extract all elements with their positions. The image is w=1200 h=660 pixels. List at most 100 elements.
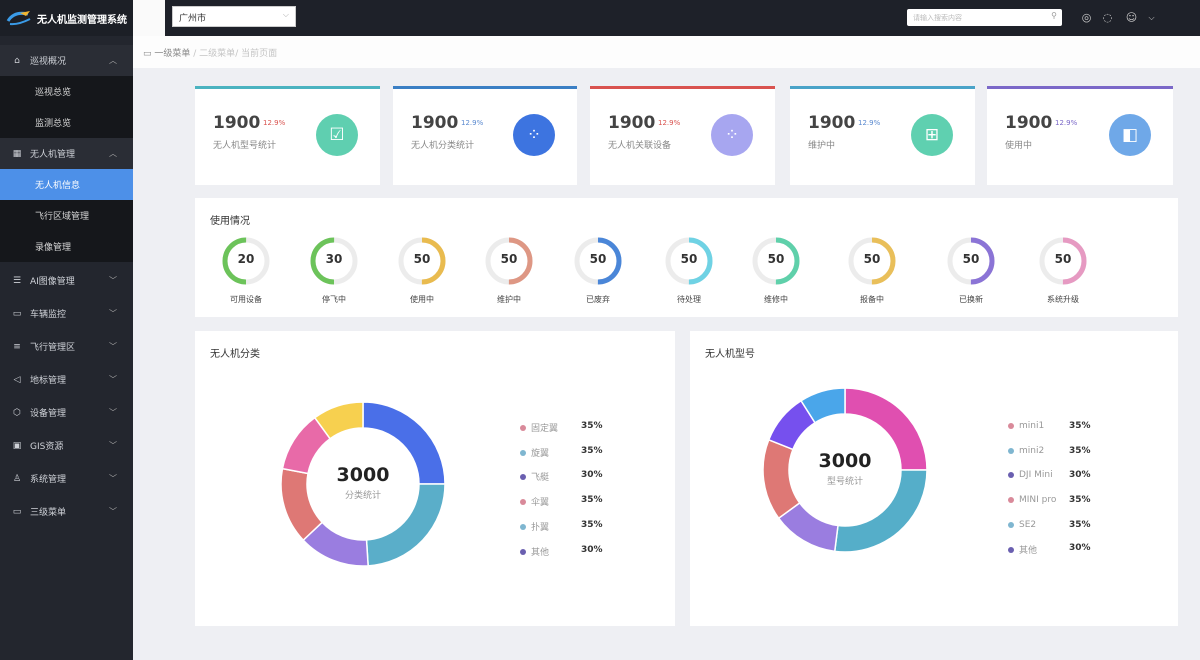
camera-icon: ▭ (12, 308, 22, 319)
chevron-down-icon: ﹀ (109, 507, 117, 516)
sidebar-group-label: 地标管理 (30, 376, 67, 386)
chevron-down-icon: ﹀ (109, 408, 117, 417)
sidebar: 无人机监测管理系统 ⌂ 巡视概况 ︿ 巡视总览 监测总览 ▦ 无人机管理 ︿ 无人机信息飞行区域… (0, 0, 133, 660)
usage-gauge: 50 已废弃 (568, 236, 628, 305)
search-icon[interactable]: ⚲ (1051, 11, 1057, 20)
usage-gauge: 50 维护中 (479, 236, 539, 305)
legend-label: MINI pro (1019, 495, 1057, 505)
notification-icon[interactable]: ◌ (1101, 11, 1114, 24)
legend-dot (1008, 472, 1014, 478)
gauge-value: 50 (589, 252, 607, 266)
legend-label: 飞艇 (531, 473, 550, 483)
sidebar-group[interactable]: ⌂ 巡视概况 ︿ (0, 45, 133, 76)
stat-card: 1900 12.9% 使用中 ◧ (987, 86, 1173, 185)
chevron-down-icon: ﹀ (109, 375, 117, 384)
stat-value: 1900 (411, 113, 459, 133)
legend-item[interactable]: DJI Mini (1008, 470, 1053, 480)
sidebar-item[interactable]: 飞行区域管理 (0, 200, 133, 231)
search-input[interactable]: 请输入搜索内容 ⚲ (907, 9, 1062, 26)
stat-label: 无人机型号统计 (213, 141, 277, 151)
settings-icon[interactable]: ◎ (1080, 11, 1093, 24)
gauge-value: 50 (680, 252, 698, 266)
sidebar-group[interactable]: ▭ 三级菜单 ﹀ (0, 496, 133, 527)
sidebar-group[interactable]: ▦ 无人机管理 ︿ (0, 138, 133, 169)
legend-item[interactable]: 其他 (520, 545, 549, 558)
folder-icon: ▭ (143, 49, 155, 59)
legend-item[interactable]: 扑翼 (520, 520, 549, 533)
sidebar-item[interactable]: 无人机信息 (0, 169, 133, 200)
legend-label: 固定翼 (531, 424, 559, 434)
folder-icon: ▭ (12, 506, 22, 517)
donut-center-value: 3000 (336, 464, 390, 486)
sidebar-item-label: 无人机信息 (35, 181, 81, 191)
gauge-value: 20 (237, 252, 255, 266)
app-title: 无人机监测管理系统 (37, 14, 127, 26)
sidebar-group[interactable]: ♙ 系统管理 ﹀ (0, 463, 133, 494)
legend-value: 30% (581, 545, 603, 555)
donut-center-value: 3000 (818, 450, 872, 472)
donut-center-label: 型号统计 (826, 477, 863, 487)
sidebar-group-label: 巡视概况 (30, 57, 67, 67)
legend-item[interactable]: SE2 (1008, 520, 1036, 530)
sidebar-group[interactable]: ◁ 地标管理 ﹀ (0, 364, 133, 395)
stat-label: 无人机关联设备 (608, 141, 672, 151)
chevron-down-icon: ﹀ (109, 276, 117, 285)
chevron-up-icon: ︿ (109, 149, 117, 158)
navigation-icon: ◁ (13, 374, 21, 385)
breadcrumb: ▭ 一级菜单 / 二级菜单/ 当前页面 (133, 36, 1200, 68)
image-icon: ☰ (12, 275, 22, 286)
legend-item[interactable]: mini2 (1008, 446, 1044, 456)
breadcrumb-current: 当前页面 (241, 49, 278, 59)
chevron-down-icon: ﹀ (109, 441, 117, 450)
usage-gauge: 50 使用中 (392, 236, 452, 305)
legend-dot (520, 498, 526, 505)
sidebar-item-label: 飞行区域管理 (35, 212, 90, 222)
model-chart-panel: 无人机型号 3000 型号统计 mini1 35% mini2 35% DJI Mini 30… (690, 331, 1178, 626)
search-placeholder: 请输入搜索内容 (913, 14, 962, 22)
chevron-down-icon[interactable]: ⌵ (1145, 11, 1158, 24)
gauge-label: 可用设备 (230, 295, 262, 304)
gauge-label: 待处理 (677, 295, 701, 304)
sidebar-item[interactable]: 巡视总览 (0, 76, 133, 107)
legend-item[interactable]: 飞艇 (520, 470, 549, 483)
legend-value: 30% (1069, 470, 1091, 480)
usage-gauge: 20 可用设备 (216, 236, 276, 305)
gauge-value: 50 (767, 252, 785, 266)
gauge-label: 系统升级 (1047, 295, 1079, 304)
stat-label: 使用中 (1005, 141, 1033, 151)
gauge-value: 50 (413, 252, 431, 266)
stat-card: 1900 12.9% 无人机型号统计 ☑ (195, 86, 380, 185)
sidebar-group[interactable]: ⬡ 设备管理 ﹀ (0, 397, 133, 428)
user-avatar-icon[interactable]: ☺ (1125, 11, 1138, 24)
legend-item[interactable]: 其他 (1008, 543, 1037, 556)
sidebar-group[interactable]: ≡ 飞行管理区 ﹀ (0, 331, 133, 362)
legend-item[interactable]: MINI pro (1008, 495, 1056, 505)
sidebar-item[interactable]: 录像管理 (0, 231, 133, 262)
dots-wave-icon: ⁘ (513, 114, 555, 156)
dots-wave-icon: ⁘ (711, 114, 753, 156)
legend-item[interactable]: 伞翼 (520, 495, 549, 508)
usage-title: 使用情况 (210, 216, 250, 227)
app-logo: 无人机监测管理系统 (0, 0, 133, 36)
legend-item[interactable]: mini1 (1008, 421, 1044, 431)
legend-value: 35% (581, 495, 603, 505)
legend-value: 35% (1069, 520, 1091, 530)
breadcrumb-item[interactable]: 一级菜单 (154, 49, 190, 59)
sidebar-group[interactable]: ▭ 车辆监控 ﹀ (0, 298, 133, 329)
city-select[interactable]: 广州市 ⌵ (172, 6, 296, 27)
gauge-label: 使用中 (410, 295, 434, 304)
sidebar-item[interactable]: 监测总览 (0, 107, 133, 138)
usage-gauge: 50 维修中 (746, 236, 806, 305)
user-icon: ♙ (12, 473, 22, 484)
legend-dot (1008, 546, 1014, 553)
breadcrumb-item[interactable]: 二级菜单 (199, 49, 235, 59)
legend-item[interactable]: 固定翼 (520, 421, 558, 434)
org-chart-icon: ⊞ (911, 114, 953, 156)
list-icon: ≡ (13, 341, 21, 352)
donut-center-label: 分类统计 (344, 491, 381, 501)
sidebar-group[interactable]: ☰ AI图像管理 ﹀ (0, 265, 133, 296)
stat-value: 1900 (1005, 113, 1053, 133)
sidebar-group[interactable]: ▣ GIS资源 ﹀ (0, 430, 133, 461)
legend-dot (1008, 522, 1014, 528)
legend-item[interactable]: 旋翼 (520, 446, 549, 459)
